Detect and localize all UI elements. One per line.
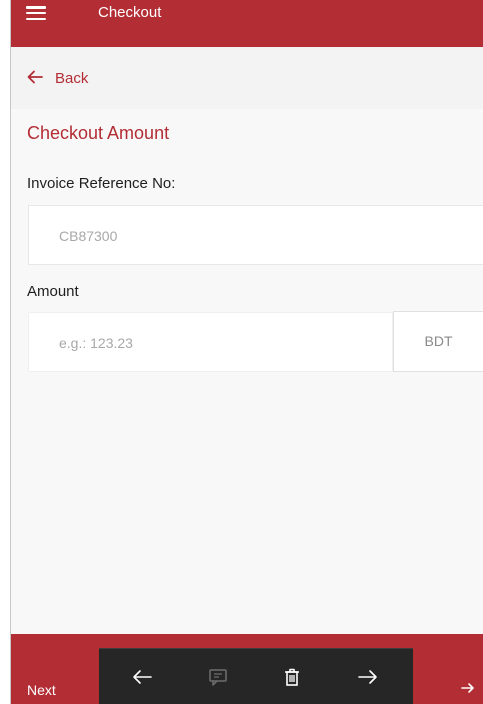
back-link[interactable]: Back xyxy=(11,47,483,109)
delete-icon xyxy=(285,668,299,686)
toolbar-delete-button[interactable] xyxy=(262,649,322,704)
checkout-screen: Checkout Back Checkout Amount Invoice Re… xyxy=(10,0,483,704)
toolbar-forward-button[interactable] xyxy=(338,649,398,704)
invoice-reference-label: Invoice Reference No: xyxy=(27,175,176,192)
invoice-reference-value: CB87300 xyxy=(59,228,118,244)
section-title: Checkout Amount xyxy=(27,123,170,143)
amount-placeholder: e.g.: 123.23 xyxy=(59,335,133,351)
arrow-right-icon xyxy=(358,670,377,684)
invoice-reference-field[interactable]: CB87300 xyxy=(28,205,483,265)
arrow-right-icon[interactable] xyxy=(460,680,476,696)
checkout-form: Checkout Amount Invoice Reference No: CB… xyxy=(11,109,483,634)
overlay-toolbar xyxy=(99,648,413,704)
amount-input[interactable]: e.g.: 123.23 xyxy=(28,312,393,372)
comment-icon xyxy=(209,669,227,686)
toolbar-comment-button[interactable] xyxy=(188,649,248,704)
app-bar: Checkout xyxy=(11,0,483,47)
back-label: Back xyxy=(55,70,89,87)
amount-label: Amount xyxy=(27,283,79,300)
toolbar-back-button[interactable] xyxy=(112,649,172,704)
next-button[interactable]: Next xyxy=(27,682,56,698)
arrow-left-icon xyxy=(27,70,43,84)
currency-selector[interactable]: BDT xyxy=(393,311,483,372)
hamburger-menu-icon[interactable] xyxy=(26,6,46,20)
app-bar-title: Checkout xyxy=(98,4,162,21)
bottom-bar: Next xyxy=(11,634,483,704)
arrow-left-icon xyxy=(133,670,152,684)
